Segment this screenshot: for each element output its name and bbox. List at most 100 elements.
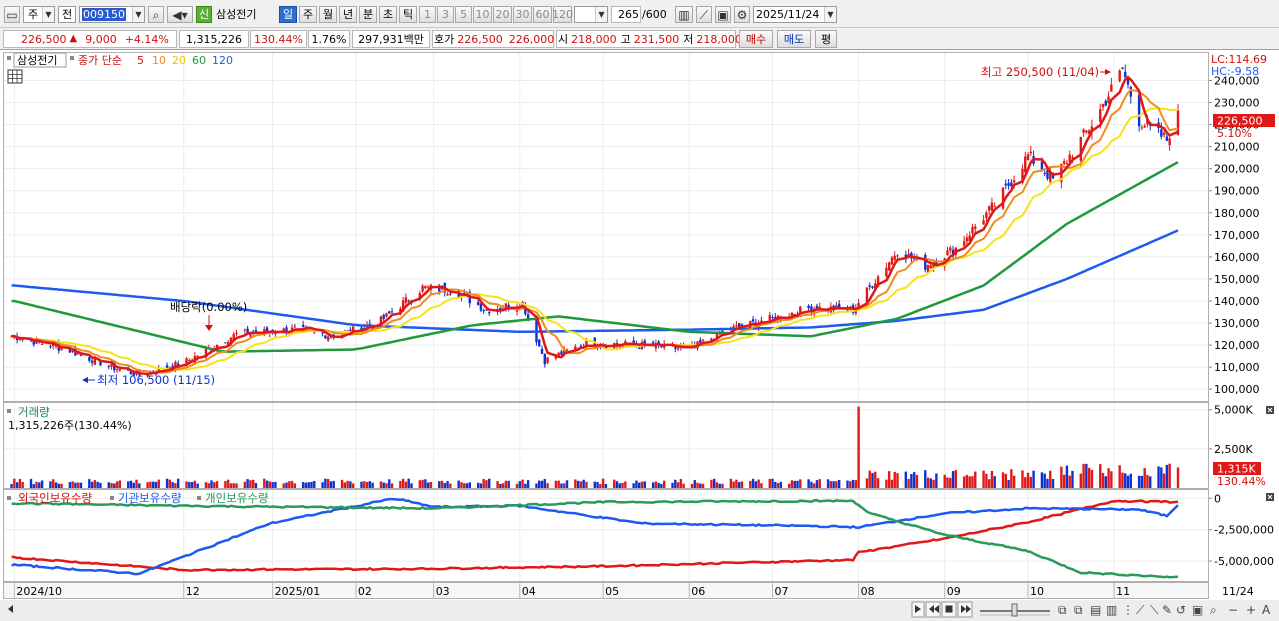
save-icon[interactable]: ▣ [1192,603,1203,617]
stop-icon[interactable] [941,601,957,618]
candle-body [426,286,430,288]
period-minute-tab[interactable]: 분 [359,6,377,23]
main-toolbar: ▭ 주 ▼ 전 009150 ▼ ⌕ ◀▾ 신 삼성전기 일 주 월 년 분 초 틱… [0,0,1279,28]
period-month-tab[interactable]: 월 [319,6,337,23]
zoom-out-icon[interactable]: − [1228,603,1238,617]
x-tick-label: 12 [186,585,200,598]
gear-icon[interactable]: ⚙ [734,6,750,23]
x-tick-label: 08 [861,585,875,598]
date-value: 2025/11/24 [756,8,820,21]
font-size-icon[interactable]: A [1262,603,1271,617]
volume-bar [213,482,216,488]
average-button[interactable]: 평 [815,30,837,48]
count-input[interactable]: 265 [611,6,641,23]
first-page-icon[interactable] [925,601,941,618]
candle-body [1082,129,1085,133]
volume-bar [118,480,122,488]
search-icon[interactable]: ⌕ [148,6,164,23]
period-year-tab[interactable]: 년 [339,6,357,23]
interval-120-button[interactable]: 120 [552,6,573,23]
panel-close-icon[interactable] [1266,493,1274,501]
high-label: 고 [620,32,631,46]
panel-close-icon[interactable] [1266,406,1274,414]
date-input[interactable]: 2025/11/24 ▼ [753,6,837,23]
save-icon[interactable]: ▣ [715,6,731,23]
volume-bar [429,482,433,488]
trend-icon[interactable]: ⟋ [1136,603,1145,617]
candle-body [676,348,680,350]
period-second-tab[interactable]: 초 [379,6,397,23]
pen-tool-icon[interactable]: ✎ [1162,603,1172,617]
volume-field: 1,315,226 [179,30,249,48]
period-week-tab[interactable]: 주 [299,6,317,23]
candle-body [1043,172,1046,174]
volume-bar [68,482,72,488]
interval-select[interactable]: ▼ [574,6,608,23]
candle-body [985,212,988,218]
y-tick-label: 140,000 [1214,295,1260,308]
volume-bar [418,480,422,488]
last-page-icon[interactable] [957,601,973,618]
candle-body [1026,154,1030,161]
candle-body [243,329,247,331]
split-icon[interactable]: ▥ [1106,603,1117,617]
volume-bar [518,481,521,488]
volume-bar [993,476,996,488]
stock-code-input[interactable]: 009150 ▼ [79,6,145,23]
volume-bar [71,481,74,488]
interval-5-button[interactable]: 5 [455,6,472,23]
candle-body [751,319,755,322]
volume-bar [60,483,63,488]
volume-bar [171,482,174,488]
volume-bar [818,479,821,488]
stock-code-value: 009150 [82,8,126,21]
overlay-icon[interactable]: ⧉ [1058,603,1067,617]
volume-bar [174,483,177,488]
compare-icon[interactable]: ⧉ [1074,603,1083,617]
candle-type-icon[interactable]: ▥ [675,6,693,23]
candle-body [293,326,297,328]
volume-bar [1162,473,1166,488]
window-menu-icon[interactable]: ▭ [4,6,20,23]
interval-3-button[interactable]: 3 [437,6,454,23]
x-tick-label: 10 [1030,585,1044,598]
cursor-icon[interactable]: ⋮ [1122,603,1134,617]
interval-30-button[interactable]: 30 [513,6,532,23]
interval-60-button[interactable]: 60 [533,6,552,23]
volume-bar [796,480,799,488]
low-annotation-label: 최저 106,500 (11/15) [97,373,215,387]
candle-body [188,359,191,361]
sell-button[interactable]: 매도 [777,30,811,48]
volume-bar [771,478,774,488]
volume-bar [565,480,569,488]
interval-20-button[interactable]: 20 [493,6,512,23]
volume-bar [463,483,466,488]
copy-icon[interactable]: ▤ [1090,603,1101,617]
stock-chart[interactable]: 100,000 110,000 120,000 130,000 140,000 150,0… [0,50,1279,621]
market-type-select[interactable]: 주 ▼ [23,6,55,23]
y-tick-label: 210,000 [1214,141,1260,154]
period-day-tab[interactable]: 일 [279,6,297,23]
candle-body [546,357,549,363]
buy-button[interactable]: 매수 [739,30,773,48]
volume-bar [265,480,269,488]
volume-bar [635,480,638,488]
candle-body [90,360,94,363]
period-tick-tab[interactable]: 틱 [399,6,417,23]
scope-button[interactable]: 전 [58,6,76,23]
interval-10-button[interactable]: 10 [473,6,492,23]
draw-tool-icon[interactable]: ⟋ [696,6,712,23]
volume-bar [224,481,227,488]
line-tool-icon[interactable]: ⟍ [1150,603,1159,617]
candle-body [449,293,452,295]
reset-icon[interactable]: ↺ [1176,603,1186,617]
y-tick-label: 110,000 [1214,361,1260,374]
candle-body [771,317,774,319]
table-icon[interactable] [7,69,23,84]
interval-1-button[interactable]: 1 [419,6,436,23]
speaker-icon[interactable]: ◀▾ [167,6,193,23]
volume-bar [1012,475,1016,488]
zoom-in-icon[interactable]: + [1246,603,1256,617]
holding-legend: 외국인보유수량 기관보유수량 개인보유수량 [7,491,269,505]
zoom-icon[interactable]: ⌕ [1210,603,1217,617]
